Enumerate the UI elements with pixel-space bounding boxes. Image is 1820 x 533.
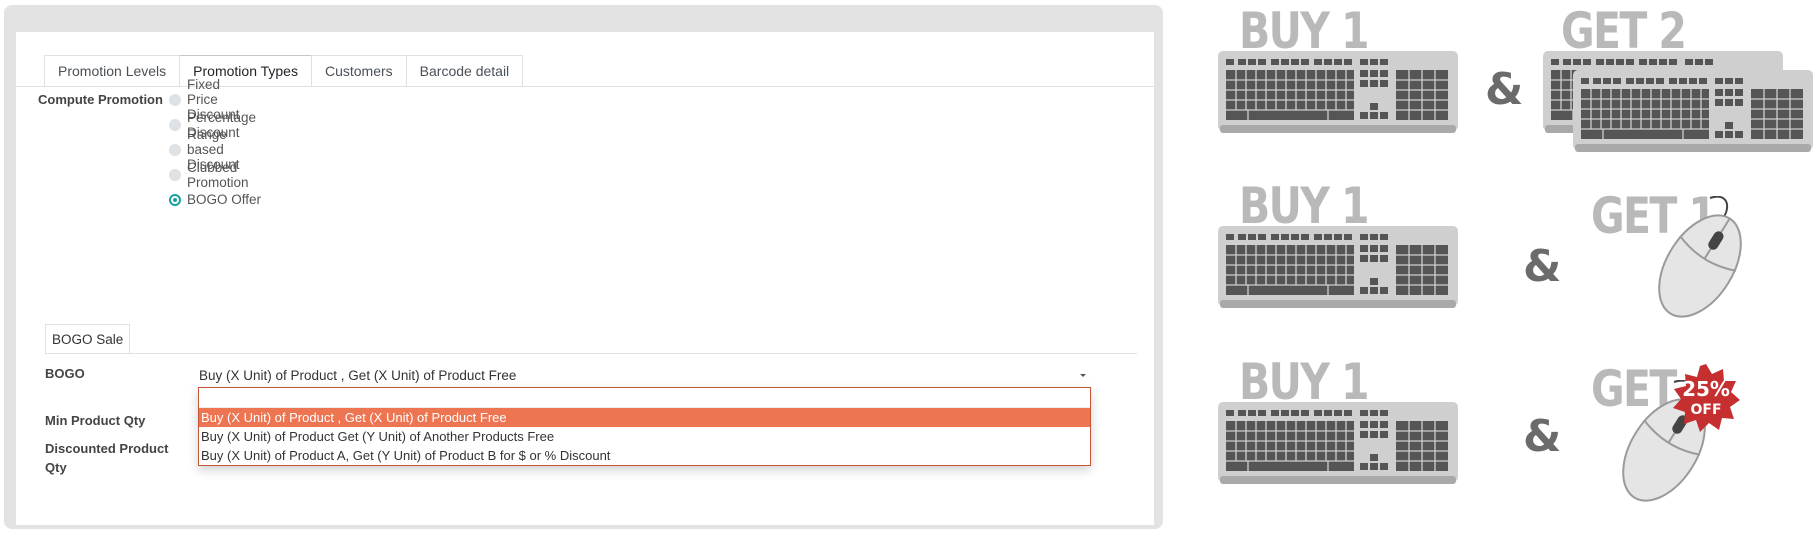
promo-row3-buy-text: BUY 1 [1239, 353, 1369, 411]
tab-customers[interactable]: Customers [310, 55, 406, 87]
radio-circle[interactable] [169, 93, 181, 106]
dropdown-option[interactable]: Buy (X Unit) of Product A, Get (Y Unit) … [199, 446, 1090, 465]
tab-promotion-levels[interactable]: Promotion Levels [44, 55, 180, 87]
dropdown-search-input[interactable] [199, 388, 1090, 408]
radio-circle-checked[interactable] [169, 193, 181, 206]
badge-off-text: OFF [1690, 402, 1721, 418]
discounted-product-qty-label-line1: Discounted Product [45, 441, 169, 456]
badge-percent-text: 25% [1682, 377, 1730, 401]
bogo-select[interactable]: Buy (X Unit) of Product , Get (X Unit) o… [199, 365, 1090, 385]
chevron-down-icon[interactable] [1080, 373, 1086, 377]
tab-bogo-sale[interactable]: BOGO Sale [45, 324, 131, 354]
form-screenshot-frame: Promotion Levels Promotion Types Custome… [4, 5, 1163, 529]
mouse-icon [1641, 196, 1759, 326]
dropdown-option-highlighted[interactable]: Buy (X Unit) of Product , Get (X Unit) o… [199, 408, 1090, 427]
discount-badge-icon: 25% OFF [1673, 364, 1740, 432]
radio-label: BOGO Offer [187, 192, 262, 207]
keyboard-icon [1218, 402, 1459, 485]
form-sheet: Promotion Levels Promotion Types Custome… [16, 32, 1154, 525]
root: Promotion Levels Promotion Types Custome… [0, 0, 1820, 533]
dropdown-option[interactable]: Buy (X Unit) of Product Get (Y Unit) of … [199, 427, 1090, 446]
bogo-select-value: Buy (X Unit) of Product , Get (X Unit) o… [199, 367, 517, 383]
radio-circle[interactable] [169, 168, 181, 181]
promo-row3-ampersand: & [1523, 411, 1562, 462]
promo-row1-get-text: GET 2 [1561, 2, 1687, 60]
min-product-qty-label: Min Product Qty [45, 413, 146, 428]
bogo-label: BOGO [45, 366, 85, 381]
tab-barcode-detail[interactable]: Barcode detail [405, 55, 524, 87]
promo-row1-buy-text: BUY 1 [1239, 2, 1369, 60]
promo-row2-ampersand: & [1523, 241, 1562, 292]
keyboard-icon [1218, 226, 1459, 309]
radio-bogo-offer[interactable]: BOGO Offer [169, 185, 261, 214]
promo-row2-buy-text: BUY 1 [1239, 177, 1369, 235]
bogo-tab-divider [45, 353, 1137, 354]
compute-promotion-label: Compute Promotion [38, 92, 163, 107]
bogo-dropdown-menu: Buy (X Unit) of Product , Get (X Unit) o… [198, 387, 1091, 466]
keyboard-icon [1218, 51, 1459, 134]
radio-circle[interactable] [169, 143, 181, 156]
radio-circle[interactable] [169, 118, 181, 131]
notebook-tabs: Promotion Levels Promotion Types Custome… [44, 55, 524, 87]
promo-row1-ampersand: & [1485, 64, 1524, 115]
keyboard-icon [1573, 70, 1814, 153]
discounted-product-qty-label-line2: Qty [45, 460, 67, 475]
